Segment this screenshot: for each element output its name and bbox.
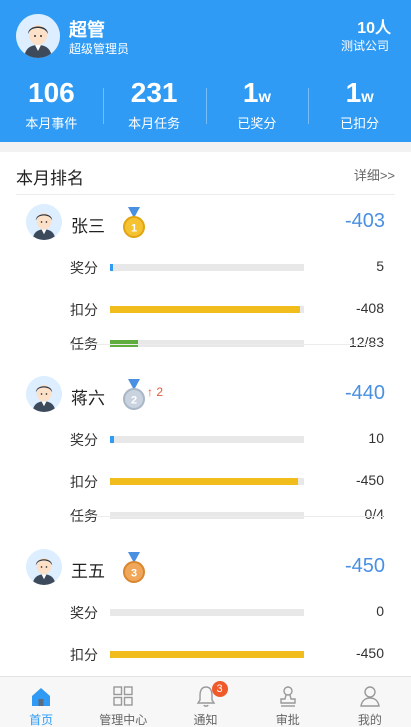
- tab-home[interactable]: 首页: [0, 677, 82, 727]
- metric-value: -450: [355, 472, 384, 488]
- divider: [70, 516, 383, 517]
- progress-track: [110, 436, 304, 443]
- progress-track: [110, 651, 304, 658]
- ranking-entry[interactable]: 张三 1 -403 奖分 5 扣分 -408 任务 12/83: [0, 204, 411, 364]
- gold-medal-icon: 1: [123, 207, 145, 238]
- medal-number: 2: [131, 395, 137, 407]
- member-name: 王五: [71, 562, 105, 581]
- stamp-icon: [280, 686, 296, 707]
- user-role: 超级管理员: [69, 42, 130, 56]
- member-name: 蒋六: [71, 389, 105, 408]
- company-name: 测试公司: [340, 39, 389, 53]
- stat-label: 已扣分: [340, 116, 380, 131]
- stat-value: 106: [28, 77, 75, 108]
- metric-value: 12/83: [348, 334, 384, 350]
- metric-row: 奖分 10: [70, 429, 384, 449]
- member-score: -450: [344, 555, 385, 577]
- user-name: 超管: [69, 20, 105, 40]
- tab-label: 通知: [193, 713, 218, 727]
- metric-row: 任务 12/83: [70, 333, 384, 353]
- progress-fill: [110, 436, 114, 443]
- user-avatar-icon: [26, 549, 62, 585]
- metric-label: 奖分: [70, 605, 98, 621]
- metric-row: 扣分 -450: [70, 644, 384, 664]
- metric-label: 扣分: [70, 302, 98, 318]
- home-icon: [32, 688, 51, 706]
- ranking-entry[interactable]: 王五3 -450奖分0扣分-450任务0/1: [0, 549, 411, 676]
- metric-value: -450: [355, 645, 384, 661]
- stat-bonus[interactable]: 1w 已奖分: [205, 76, 309, 134]
- metric-row: 奖分 5: [70, 257, 384, 277]
- tab-management[interactable]: 管理中心: [82, 677, 164, 727]
- ranking-more-link[interactable]: 详细>>: [354, 165, 395, 184]
- tab-label: 首页: [29, 713, 54, 727]
- person-icon: [360, 686, 380, 707]
- grid-icon: [113, 686, 133, 706]
- stats-row: 106 本月事件 231 本月任务 1w 已奖分 1w 已扣分: [0, 76, 411, 134]
- avatar: [26, 549, 62, 585]
- metric-label: 奖分: [70, 260, 98, 276]
- avatar[interactable]: [16, 14, 60, 58]
- stat-events[interactable]: 106 本月事件: [0, 76, 103, 134]
- metric-label: 扣分: [70, 474, 98, 490]
- ranking-entry[interactable]: 蒋六 2 ↑ 2 -440 奖分 10 扣分 -450 任务 0/4: [0, 376, 411, 536]
- metric-row: 扣分 -450: [70, 471, 384, 491]
- metric-value: 5: [376, 258, 384, 274]
- avatar: [26, 204, 62, 240]
- tab-notifications[interactable]: 3 通知: [164, 677, 246, 727]
- trend-value: 2: [156, 385, 164, 399]
- tab-label: 管理中心: [99, 713, 148, 727]
- bottom-tabbar: 首页 管理中心 3 通知 审批 我的: [0, 676, 411, 727]
- profile-header: 超管 超级管理员 10人 测试公司 106 本月事件 231 本月任务 1w 已…: [0, 0, 411, 142]
- user-avatar-icon: [26, 376, 62, 412]
- progress-track: [110, 609, 304, 616]
- stat-label: 本月任务: [128, 116, 181, 131]
- member-score: -403: [344, 210, 385, 232]
- silver-medal-icon: 2: [123, 379, 145, 410]
- divider: [70, 344, 383, 345]
- medal-number: 3: [131, 568, 137, 580]
- medal-number: 1: [131, 223, 137, 235]
- progress-fill: [110, 306, 300, 313]
- ranking-panel: 本月排名 详细>> 张三 1 -403 奖分 5 扣分 -408 任务 12/83 蒋六 2 ↑ 2…: [0, 152, 411, 676]
- tab-label: 审批: [275, 713, 300, 727]
- stat-tasks[interactable]: 231 本月任务: [102, 76, 206, 134]
- tab-approval[interactable]: 审批: [247, 677, 329, 727]
- divider: [16, 194, 395, 195]
- metric-row: 任务 0/4: [70, 505, 384, 525]
- progress-track: [110, 306, 304, 313]
- metric-value: 0: [376, 603, 384, 619]
- metric-value: -408: [355, 300, 384, 316]
- stat-value: 1w: [242, 77, 271, 108]
- stat-deduct[interactable]: 1w 已扣分: [308, 76, 411, 134]
- progress-track: [110, 478, 304, 485]
- stat-value: 1w: [345, 77, 374, 108]
- stat-label: 本月事件: [25, 116, 78, 131]
- metric-value: 0/4: [364, 506, 384, 522]
- stat-label: 已奖分: [237, 116, 277, 131]
- user-avatar-icon: [26, 204, 62, 240]
- tab-profile[interactable]: 我的: [329, 677, 411, 727]
- progress-fill: [110, 651, 304, 658]
- rank-trend: ↑ 2: [147, 385, 163, 399]
- stat-value: 231: [130, 77, 178, 108]
- progress-track: [110, 264, 304, 271]
- ranking-title: 本月排名: [16, 169, 84, 188]
- avatar: [26, 376, 62, 412]
- progress-fill: [110, 478, 298, 485]
- progress-fill: [110, 264, 113, 271]
- user-avatar-icon: [16, 14, 60, 58]
- metric-row: 扣分 -408: [70, 299, 384, 319]
- arrow-up-icon: ↑: [147, 385, 153, 399]
- metric-value: 10: [368, 430, 384, 446]
- notification-badge: 3: [211, 681, 228, 697]
- member-name: 张三: [71, 217, 105, 236]
- metric-row: 奖分 0: [70, 602, 384, 622]
- tab-label: 我的: [357, 713, 382, 727]
- member-score: -440: [344, 382, 385, 404]
- metric-label: 奖分: [70, 432, 98, 448]
- metric-label: 扣分: [70, 647, 98, 663]
- headcount: 10人: [357, 20, 391, 37]
- bronze-medal-icon: 3: [123, 552, 145, 583]
